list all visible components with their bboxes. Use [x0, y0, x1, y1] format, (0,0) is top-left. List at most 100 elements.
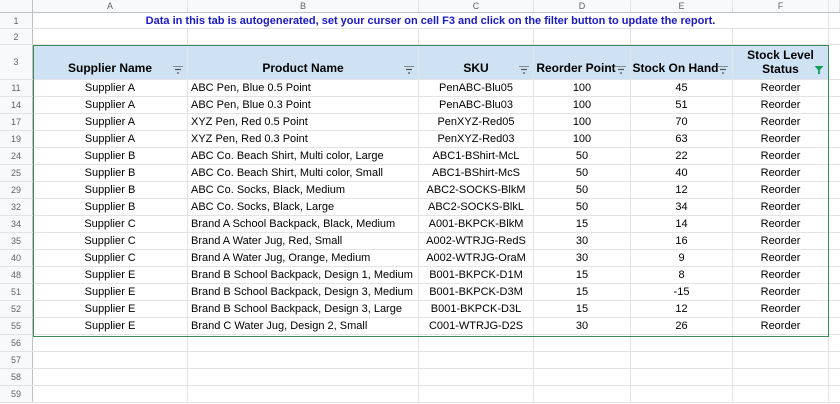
- cell[interactable]: [733, 386, 829, 402]
- status-cell[interactable]: Reorder: [733, 80, 829, 96]
- reorder-point-cell[interactable]: 100: [534, 97, 631, 113]
- product-cell[interactable]: Brand B School Backpack, Design 3, Large: [188, 301, 419, 317]
- sku-cell[interactable]: B001-BKPCK-D3M: [419, 284, 534, 300]
- cell[interactable]: [33, 29, 188, 44]
- reorder-point-cell[interactable]: 50: [534, 165, 631, 181]
- cell[interactable]: [631, 335, 733, 351]
- cell[interactable]: [631, 369, 733, 385]
- product-cell[interactable]: XYZ Pen, Red 0.5 Point: [188, 114, 419, 130]
- sku-cell[interactable]: A002-WTRJG-RedS: [419, 233, 534, 249]
- cell[interactable]: [631, 29, 733, 44]
- product-cell[interactable]: ABC Co. Beach Shirt, Multi color, Large: [188, 148, 419, 164]
- cell[interactable]: [733, 369, 829, 385]
- sku-cell[interactable]: PenABC-Blu05: [419, 80, 534, 96]
- product-cell[interactable]: Brand B School Backpack, Design 1, Mediu…: [188, 267, 419, 283]
- status-cell[interactable]: Reorder: [733, 318, 829, 334]
- cell[interactable]: [33, 335, 188, 351]
- reorder-point-cell[interactable]: 15: [534, 301, 631, 317]
- supplier-cell[interactable]: Supplier E: [33, 318, 188, 334]
- row-number[interactable]: 25: [0, 165, 33, 181]
- product-cell[interactable]: XYZ Pen, Red 0.3 Point: [188, 131, 419, 147]
- row-number[interactable]: 14: [0, 97, 33, 113]
- row-number[interactable]: 32: [0, 199, 33, 215]
- product-cell[interactable]: ABC Co. Socks, Black, Large: [188, 199, 419, 215]
- row-number[interactable]: 48: [0, 267, 33, 283]
- reorder-point-cell[interactable]: 15: [534, 216, 631, 232]
- sku-cell[interactable]: ABC2-SOCKS-BlkM: [419, 182, 534, 198]
- sku-cell[interactable]: A001-BKPCK-BlkM: [419, 216, 534, 232]
- product-cell[interactable]: Brand B School Backpack, Design 3, Mediu…: [188, 284, 419, 300]
- reorder-point-cell[interactable]: 50: [534, 199, 631, 215]
- row-number[interactable]: 58: [0, 369, 33, 385]
- product-cell[interactable]: ABC Pen, Blue 0.3 Point: [188, 97, 419, 113]
- column-header-d[interactable]: D: [534, 0, 631, 12]
- row-number[interactable]: 29: [0, 182, 33, 198]
- stock-on-hand-cell[interactable]: 12: [631, 182, 733, 198]
- row-number[interactable]: 2: [0, 29, 33, 44]
- status-cell[interactable]: Reorder: [733, 182, 829, 198]
- supplier-cell[interactable]: Supplier C: [33, 233, 188, 249]
- reorder-point-cell[interactable]: 30: [534, 318, 631, 334]
- product-cell[interactable]: Brand C Water Jug, Design 2, Small: [188, 318, 419, 334]
- sku-cell[interactable]: ABC1-BShirt-McS: [419, 165, 534, 181]
- cell[interactable]: [419, 386, 534, 402]
- sku-cell[interactable]: B001-BKPCK-D3L: [419, 301, 534, 317]
- cell[interactable]: [188, 369, 419, 385]
- cell[interactable]: [419, 29, 534, 44]
- instruction-banner[interactable]: Data in this tab is autogenerated, set y…: [33, 13, 829, 28]
- cell[interactable]: [534, 335, 631, 351]
- cell[interactable]: [631, 352, 733, 368]
- row-number[interactable]: 35: [0, 233, 33, 249]
- supplier-cell[interactable]: Supplier B: [33, 182, 188, 198]
- stock-on-hand-cell[interactable]: 34: [631, 199, 733, 215]
- column-header-c[interactable]: C: [419, 0, 534, 12]
- row-number[interactable]: 52: [0, 301, 33, 317]
- cell[interactable]: [534, 352, 631, 368]
- row-number[interactable]: 55: [0, 318, 33, 334]
- filter-icon[interactable]: [519, 66, 529, 74]
- supplier-cell[interactable]: Supplier B: [33, 148, 188, 164]
- header-sku[interactable]: SKU: [419, 45, 534, 79]
- sku-cell[interactable]: ABC1-BShirt-McL: [419, 148, 534, 164]
- cell[interactable]: [631, 386, 733, 402]
- stock-on-hand-cell[interactable]: 70: [631, 114, 733, 130]
- row-number[interactable]: 17: [0, 114, 33, 130]
- product-cell[interactable]: ABC Co. Socks, Black, Medium: [188, 182, 419, 198]
- supplier-cell[interactable]: Supplier A: [33, 80, 188, 96]
- status-cell[interactable]: Reorder: [733, 165, 829, 181]
- row-number[interactable]: 59: [0, 386, 33, 402]
- header-product-name[interactable]: Product Name: [188, 45, 419, 79]
- row-number[interactable]: 57: [0, 352, 33, 368]
- supplier-cell[interactable]: Supplier B: [33, 199, 188, 215]
- header-stock-on-hand[interactable]: Stock On Hand: [631, 45, 733, 79]
- row-number[interactable]: 3: [0, 45, 33, 79]
- status-cell[interactable]: Reorder: [733, 199, 829, 215]
- stock-on-hand-cell[interactable]: 51: [631, 97, 733, 113]
- status-cell[interactable]: Reorder: [733, 250, 829, 266]
- status-cell[interactable]: Reorder: [733, 216, 829, 232]
- stock-on-hand-cell[interactable]: 63: [631, 131, 733, 147]
- sku-cell[interactable]: A002-WTRJG-OraM: [419, 250, 534, 266]
- cell[interactable]: [534, 29, 631, 44]
- supplier-cell[interactable]: Supplier A: [33, 114, 188, 130]
- status-cell[interactable]: Reorder: [733, 267, 829, 283]
- row-number[interactable]: 1: [0, 13, 33, 28]
- cell[interactable]: [733, 29, 829, 44]
- cell[interactable]: [419, 335, 534, 351]
- cell[interactable]: [419, 369, 534, 385]
- cell[interactable]: [534, 369, 631, 385]
- reorder-point-cell[interactable]: 30: [534, 250, 631, 266]
- stock-on-hand-cell[interactable]: 45: [631, 80, 733, 96]
- status-cell[interactable]: Reorder: [733, 284, 829, 300]
- cell[interactable]: [733, 352, 829, 368]
- product-cell[interactable]: ABC Pen, Blue 0.5 Point: [188, 80, 419, 96]
- stock-on-hand-cell[interactable]: -15: [631, 284, 733, 300]
- cell[interactable]: [188, 29, 419, 44]
- filter-icon[interactable]: [718, 66, 728, 74]
- status-cell[interactable]: Reorder: [733, 97, 829, 113]
- reorder-point-cell[interactable]: 100: [534, 131, 631, 147]
- stock-on-hand-cell[interactable]: 12: [631, 301, 733, 317]
- column-header-g[interactable]: [829, 0, 840, 12]
- product-cell[interactable]: ABC Co. Beach Shirt, Multi color, Small: [188, 165, 419, 181]
- product-cell[interactable]: Brand A School Backpack, Black, Medium: [188, 216, 419, 232]
